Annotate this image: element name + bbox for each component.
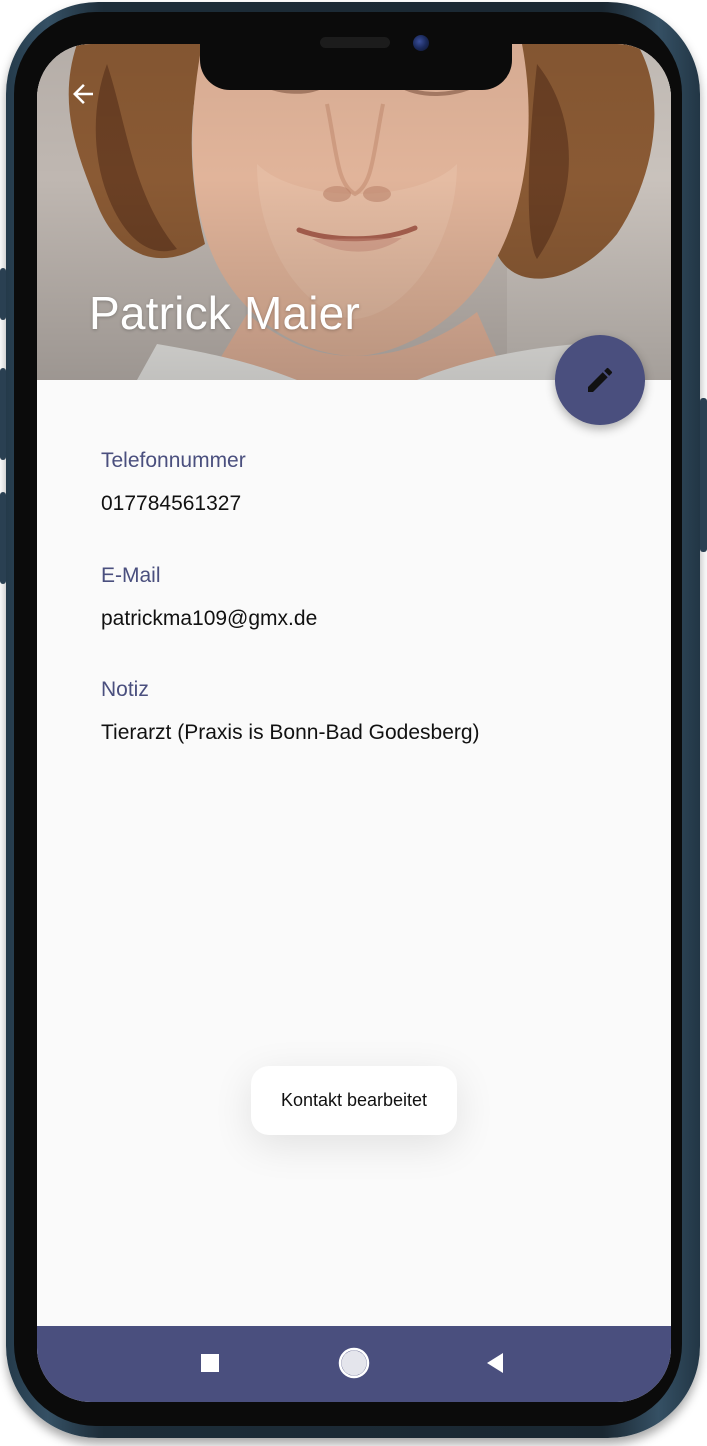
phone-volume-down-button [0,492,6,584]
snackbar-toast: Kontakt bearbeitet [251,1066,457,1135]
pencil-icon [588,367,613,392]
phone-side-button [0,268,6,320]
edit-contact-button[interactable] [555,335,645,425]
system-navigation-bar [37,1326,671,1402]
field-email: E-Mail patrickma109@gmx.de [101,563,317,632]
triangle-back-icon [487,1353,503,1373]
app-screen: Patrick Maier Telefonnummer 017784561327… [37,44,671,1402]
field-note: Notiz Tierarzt (Praxis is Bonn-Bad Godes… [101,677,480,746]
nav-recent-apps-button[interactable] [191,1344,229,1382]
field-value-note: Tierarzt (Praxis is Bonn-Bad Godesberg) [101,721,480,744]
square-icon [201,1354,219,1372]
circle-icon [338,1347,370,1379]
back-button[interactable] [63,74,103,114]
nav-back-button[interactable] [477,1344,515,1382]
front-camera [413,35,429,51]
snackbar-message: Kontakt bearbeitet [280,1090,428,1110]
field-phone: Telefonnummer 017784561327 [101,448,246,517]
contact-name-title: Patrick Maier [89,287,360,339]
field-value-email[interactable]: patrickma109@gmx.de [101,606,317,632]
phone-speaker [320,37,390,48]
nav-home-button[interactable] [335,1344,373,1382]
field-label-note: Notiz [101,678,149,701]
field-value-phone[interactable]: 017784561327 [101,491,246,517]
arrow-left-icon [73,84,93,104]
field-label-phone: Telefonnummer [101,449,246,472]
field-label-email: E-Mail [101,564,161,587]
phone-power-button [700,398,707,552]
phone-volume-up-button [0,368,6,460]
